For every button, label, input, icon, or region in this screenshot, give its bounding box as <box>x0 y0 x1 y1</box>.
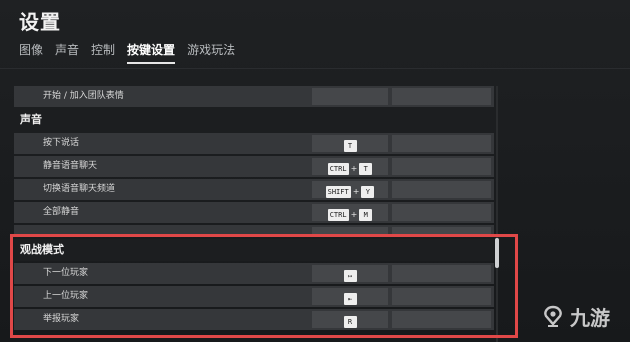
keybinding-row-partial[interactable] <box>14 225 494 237</box>
keybinding-row[interactable]: 按下说话 T <box>14 133 494 154</box>
scrollbar-thumb[interactable] <box>495 238 499 268</box>
keybinding-row[interactable]: 全部静音 CTRL + M <box>14 202 494 223</box>
key-cap: SHIFT <box>325 185 351 198</box>
secondary-binding-slot[interactable] <box>392 265 491 282</box>
key-cap: R <box>343 315 357 328</box>
keybinding-row[interactable]: 开始 / 加入团队表情 <box>14 86 494 107</box>
keybinding-row[interactable]: 举报玩家 R <box>14 309 494 330</box>
keybinding-row[interactable]: 下一位玩家 ↦ <box>14 263 494 284</box>
key-cap: M <box>359 208 373 221</box>
watermark-mark-icon <box>544 305 562 327</box>
plus-icon: + <box>350 163 358 173</box>
keybinding-label: 下一位玩家 <box>43 268 89 278</box>
tab-graphics[interactable]: 图像 <box>19 41 43 64</box>
primary-binding-slot[interactable]: CTRL + T <box>312 158 388 175</box>
watermark-text: 九游 <box>570 306 610 330</box>
key-cap: ⇤ <box>343 292 357 305</box>
key-cap: CTRL <box>327 208 349 221</box>
primary-binding-slot[interactable]: CTRL + M <box>312 204 388 221</box>
secondary-binding-slot[interactable] <box>392 288 491 305</box>
secondary-binding-slot[interactable] <box>392 135 491 152</box>
secondary-binding-slot[interactable] <box>392 227 491 237</box>
primary-binding-slot[interactable] <box>312 227 388 237</box>
primary-binding-slot[interactable]: R <box>312 311 388 328</box>
keybinding-row[interactable]: 上一位玩家 ⇤ <box>14 286 494 307</box>
settings-tabs: 图像 声音 控制 按键设置 游戏玩法 <box>19 41 235 64</box>
keybinding-row[interactable]: 静音语音聊天 CTRL + T <box>14 156 494 177</box>
secondary-binding-slot[interactable] <box>392 158 491 175</box>
keybinding-label: 上一位玩家 <box>43 291 89 301</box>
key-cap: T <box>359 162 373 175</box>
secondary-binding-slot[interactable] <box>392 311 491 328</box>
secondary-binding-slot[interactable] <box>392 181 491 198</box>
tab-audio[interactable]: 声音 <box>55 41 79 64</box>
keybinding-list: 开始 / 加入团队表情 声音 按下说话 T 静音语音聊天 CTRL + T 切换… <box>14 86 494 342</box>
section-header-spectator: 观战模式 <box>14 239 494 261</box>
primary-binding-slot[interactable]: SHIFT + Y <box>312 181 388 198</box>
key-cap: Y <box>361 185 375 198</box>
header-divider <box>0 68 630 69</box>
keybinding-label: 举报玩家 <box>43 314 80 324</box>
keybinding-label: 切换语音聊天频道 <box>43 184 116 194</box>
keybinding-label: 全部静音 <box>43 207 80 217</box>
keybinding-label: 静音语音聊天 <box>43 161 98 171</box>
key-cap: ↦ <box>343 269 357 282</box>
keybinding-label: 按下说话 <box>43 138 80 148</box>
keybinding-row[interactable]: 切换语音聊天频道 SHIFT + Y <box>14 179 494 200</box>
key-cap: CTRL <box>327 162 349 175</box>
secondary-binding-slot[interactable] <box>392 204 491 221</box>
page-title: 设置 <box>19 10 61 34</box>
keybinding-label: 开始 / 加入团队表情 <box>43 91 124 101</box>
plus-icon: + <box>352 186 360 196</box>
primary-binding-slot[interactable]: ↦ <box>312 265 388 282</box>
primary-binding-slot[interactable]: T <box>312 135 388 152</box>
primary-binding-slot[interactable]: ⇤ <box>312 288 388 305</box>
plus-icon: + <box>350 209 358 219</box>
key-cap: T <box>343 139 357 152</box>
secondary-binding-slot[interactable] <box>392 88 491 105</box>
tab-controls[interactable]: 控制 <box>91 41 115 64</box>
watermark-logo: 九游 <box>540 302 610 331</box>
scrollbar-track[interactable] <box>496 86 498 342</box>
tab-keybindings[interactable]: 按键设置 <box>127 41 176 64</box>
section-header-audio: 声音 <box>14 109 494 131</box>
primary-binding-slot[interactable] <box>312 88 388 105</box>
tab-gameplay[interactable]: 游戏玩法 <box>187 41 235 64</box>
